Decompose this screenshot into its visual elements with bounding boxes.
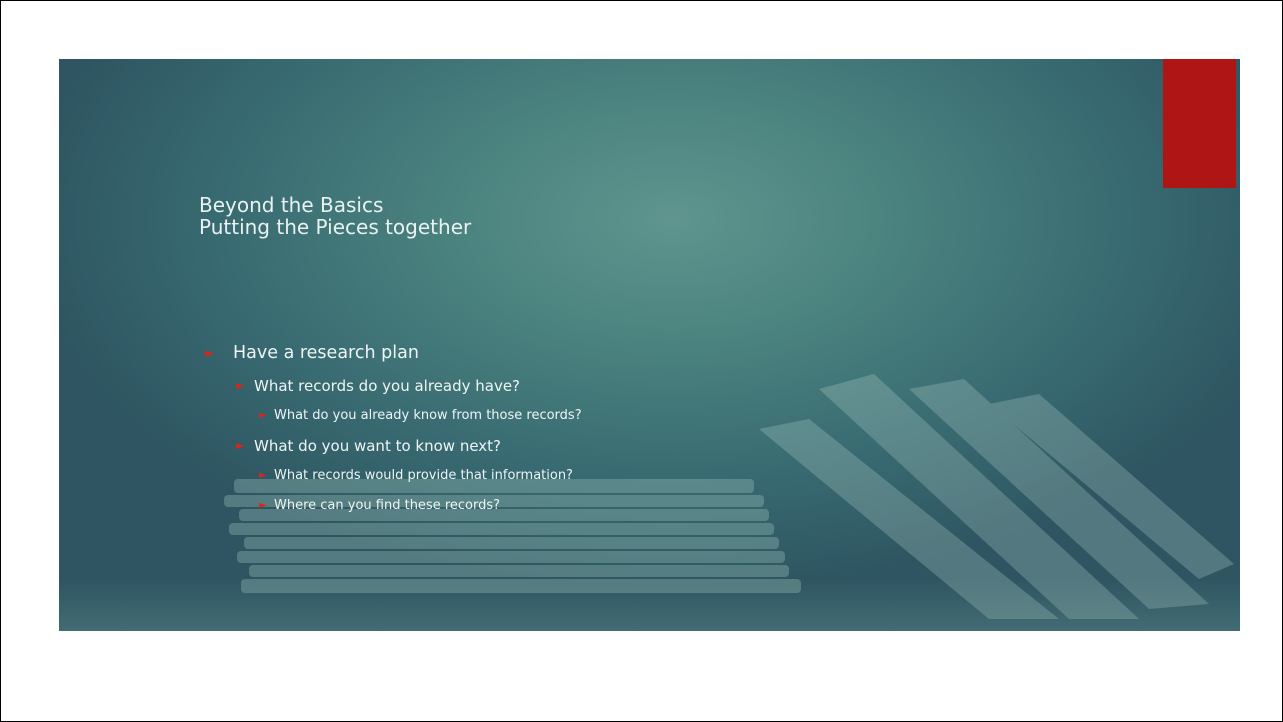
bullet-item: ► What records would provide that inform… xyxy=(205,464,905,494)
bullet-list: ► Have a research plan ► What records do… xyxy=(205,340,905,524)
triangle-right-icon: ► xyxy=(259,500,267,511)
bullet-text: What records would provide that informat… xyxy=(274,468,573,483)
red-accent-bar xyxy=(1163,59,1236,188)
bullet-item: ► What do you already know from those re… xyxy=(205,404,905,434)
triangle-right-icon: ► xyxy=(236,439,245,452)
triangle-right-icon: ► xyxy=(259,410,267,421)
bullet-text: What do you want to know next? xyxy=(254,437,502,455)
slide: Beyond the Basics Putting the Pieces tog… xyxy=(59,59,1240,631)
bullet-text: What records do you already have? xyxy=(254,377,521,395)
bullet-item: ► Where can you find these records? xyxy=(205,494,905,524)
bullet-text: What do you already know from those reco… xyxy=(274,408,582,423)
triangle-right-icon: ► xyxy=(205,346,215,360)
triangle-right-icon: ► xyxy=(259,470,267,481)
bullet-item: ► What do you want to know next? xyxy=(205,434,905,464)
title-line-2: Putting the Pieces together xyxy=(199,215,472,239)
page-frame: Beyond the Basics Putting the Pieces tog… xyxy=(0,0,1283,722)
triangle-right-icon: ► xyxy=(236,379,245,392)
slide-title: Beyond the Basics Putting the Pieces tog… xyxy=(199,194,471,238)
bullet-item: ► What records do you already have? xyxy=(205,374,905,404)
bullet-text: Where can you find these records? xyxy=(274,498,501,513)
bullet-text: Have a research plan xyxy=(233,343,419,363)
title-line-1: Beyond the Basics xyxy=(199,193,384,217)
bullet-item: ► Have a research plan xyxy=(205,340,905,374)
